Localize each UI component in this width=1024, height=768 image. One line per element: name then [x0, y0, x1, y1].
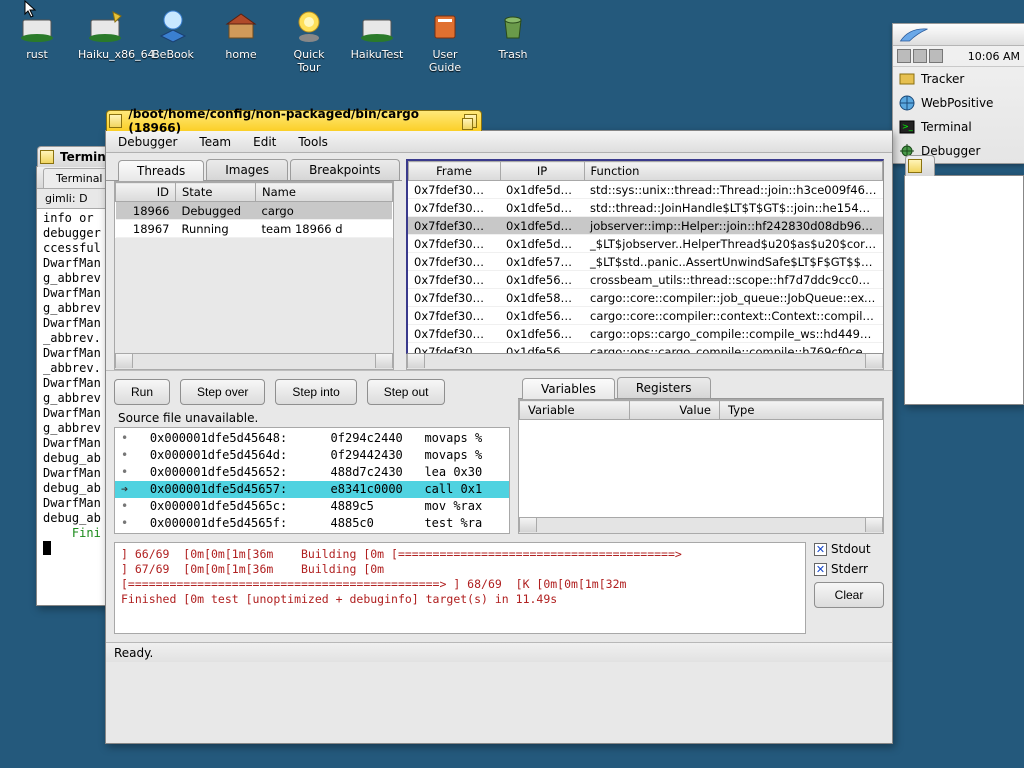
window-title: Termin: [60, 150, 106, 164]
step-into-button[interactable]: Step into: [275, 379, 356, 405]
table-row[interactable]: 18967Runningteam 18966 d: [116, 220, 393, 238]
table-row[interactable]: 0x7fdef30…0x1dfe566…cargo::ops::cargo_co…: [408, 325, 882, 343]
desktop-icon-quicktour[interactable]: Quick Tour: [282, 6, 336, 74]
desktop-icon-haikutest[interactable]: HaikuTest: [350, 6, 404, 74]
tab-images[interactable]: Images: [206, 159, 288, 180]
desktop-icon-label: Trash: [486, 48, 540, 61]
col-name[interactable]: Name: [256, 183, 393, 202]
terminal-icon: >_: [899, 119, 915, 135]
globe-icon: [899, 95, 915, 111]
tab-variables[interactable]: Variables: [522, 378, 615, 399]
variables-pane: Variables Registers Variable Value Type: [518, 379, 884, 534]
stdout-checkbox[interactable]: ✕Stdout: [814, 542, 884, 556]
tracker-window[interactable]: [904, 175, 1024, 405]
desktop-icons: rust Haiku_x86_64 BeBook home Quick Tour…: [10, 6, 540, 74]
stderr-label: Stderr: [831, 562, 868, 576]
step-out-button[interactable]: Step out: [367, 379, 446, 405]
io-console[interactable]: ] 66/69 [0m[0m[1m[36m Building [0m [====…: [114, 542, 806, 634]
deskbar-leaf-menu[interactable]: [893, 24, 1024, 46]
stdout-label: Stdout: [831, 542, 871, 556]
deskbar-item-webpositive[interactable]: WebPositive: [893, 91, 1024, 115]
desktop-icon-home[interactable]: home: [214, 6, 268, 74]
table-row[interactable]: 0x7fdef30…0x1dfe5d4…std::thread::JoinHan…: [408, 199, 882, 217]
table-row[interactable]: 0x7fdef30…0x1dfe5d4…jobserver::imp::Help…: [408, 217, 882, 235]
window-title: /boot/home/config/non-packaged/bin/cargo…: [128, 107, 457, 135]
step-buttons: Run Step over Step into Step out: [114, 379, 510, 405]
threads-hscroll[interactable]: [114, 354, 394, 370]
tracker-icon: [899, 71, 915, 87]
desktop-icon-label: home: [214, 48, 268, 61]
statusbar: Ready.: [106, 642, 892, 662]
table-row[interactable]: 0x7fdef30…0x1dfe569…cargo::core::compile…: [408, 307, 882, 325]
desktop-icon-label: HaikuTest: [350, 48, 404, 61]
zoom-icon[interactable]: [464, 114, 477, 128]
threads-pane: Threads Images Breakpoints ID State Name…: [106, 153, 402, 370]
desktop-icon-bebook[interactable]: BeBook: [146, 6, 200, 74]
tab-threads[interactable]: Threads: [118, 160, 204, 181]
table-row[interactable]: 0x7fdef30…0x1dfe568…crossbeam_utils::thr…: [408, 271, 882, 289]
tracker-titlebar[interactable]: [905, 155, 935, 176]
desktop-icon-label: BeBook: [146, 48, 200, 61]
stack-table[interactable]: Frame IP Function 0x7fdef30…0x1dfe5d8…st…: [408, 161, 883, 354]
deskbar-item-label: WebPositive: [921, 96, 993, 110]
menu-tools[interactable]: Tools: [298, 135, 328, 149]
col-state[interactable]: State: [176, 183, 256, 202]
desktop-icon-label: Quick Tour: [282, 48, 336, 74]
debugger-window[interactable]: /boot/home/config/non-packaged/bin/cargo…: [105, 130, 893, 744]
variables-table[interactable]: Variable Value Type: [518, 399, 884, 518]
desktop-icon-userguide[interactable]: User Guide: [418, 6, 472, 74]
debugger-titlebar[interactable]: /boot/home/config/non-packaged/bin/cargo…: [106, 110, 482, 131]
disassembly[interactable]: 0x000001dfe5d45648: 0f294c2440 movaps % …: [114, 427, 510, 534]
clock[interactable]: 10:06 AM: [968, 50, 1020, 63]
stack-pane: Frame IP Function 0x7fdef30…0x1dfe5d8…st…: [402, 153, 892, 370]
tab-registers[interactable]: Registers: [617, 377, 711, 398]
desktop-icon-haiku[interactable]: Haiku_x86_64: [78, 6, 132, 74]
desktop-icon-label: Haiku_x86_64: [78, 48, 132, 61]
table-row[interactable]: 0x7fdef30…0x1dfe5d8…std::sys::unix::thre…: [408, 181, 882, 199]
menu-debugger[interactable]: Debugger: [118, 135, 177, 149]
deskbar-tray: 10:06 AM: [893, 46, 1024, 67]
source-note: Source file unavailable.: [118, 411, 510, 425]
close-icon[interactable]: [40, 150, 54, 164]
deskbar-item-tracker[interactable]: Tracker: [893, 67, 1024, 91]
table-row[interactable]: 0x7fdef30…0x1dfe566…cargo::ops::cargo_co…: [408, 343, 882, 355]
vars-hscroll[interactable]: [518, 518, 884, 534]
col-frame[interactable]: Frame: [408, 162, 500, 181]
stderr-checkbox[interactable]: ✕Stderr: [814, 562, 884, 576]
desktop-icon-trash[interactable]: Trash: [486, 6, 540, 74]
col-type[interactable]: Type: [720, 401, 883, 420]
leaf-icon: [899, 26, 929, 44]
desktop-icon-rust[interactable]: rust: [10, 6, 64, 74]
col-value[interactable]: Value: [630, 401, 720, 420]
clear-button[interactable]: Clear: [814, 582, 884, 608]
deskbar-item-label: Terminal: [921, 120, 972, 134]
desktop-icon-label: rust: [10, 48, 64, 61]
col-ip[interactable]: IP: [500, 162, 584, 181]
threads-table[interactable]: ID State Name 18966Debuggedcargo18967Run…: [115, 182, 393, 238]
svg-text:>_: >_: [902, 122, 914, 131]
close-icon[interactable]: [908, 159, 922, 173]
table-row[interactable]: 0x7fdef30…0x1dfe57e…_$LT$std..panic..Ass…: [408, 253, 882, 271]
table-row[interactable]: 18966Debuggedcargo: [116, 202, 393, 220]
tray-icons[interactable]: [897, 49, 943, 63]
deskbar-item-terminal[interactable]: >_ Terminal: [893, 115, 1024, 139]
col-variable[interactable]: Variable: [520, 401, 630, 420]
tab-breakpoints[interactable]: Breakpoints: [290, 159, 399, 180]
table-row[interactable]: 0x7fdef30…0x1dfe5d4…_$LT$jobserver..Help…: [408, 235, 882, 253]
deskbar-item-label: Tracker: [921, 72, 964, 86]
menu-team[interactable]: Team: [199, 135, 231, 149]
stack-hscroll[interactable]: [406, 354, 884, 370]
close-icon[interactable]: [109, 114, 122, 128]
deskbar: 10:06 AM Tracker WebPositive >_ Terminal…: [892, 23, 1024, 164]
col-function[interactable]: Function: [584, 162, 882, 181]
step-over-button[interactable]: Step over: [180, 379, 265, 405]
desktop-icon-label: User Guide: [418, 48, 472, 74]
menu-edit[interactable]: Edit: [253, 135, 276, 149]
table-row[interactable]: 0x7fdef30…0x1dfe581…cargo::core::compile…: [408, 289, 882, 307]
run-button[interactable]: Run: [114, 379, 170, 405]
col-id[interactable]: ID: [116, 183, 176, 202]
